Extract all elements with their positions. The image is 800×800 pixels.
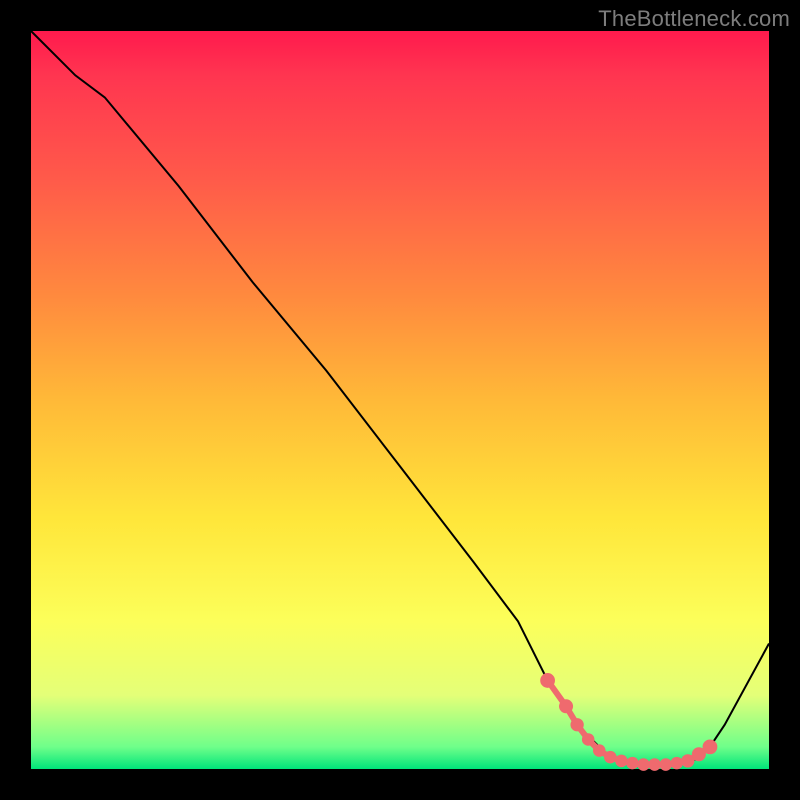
optimal-marker-dot [604,751,617,764]
optimal-marker-dot [670,757,683,770]
optimal-marker-dot [648,758,661,771]
optimal-marker-dot [540,673,555,688]
chart-stage: TheBottleneck.com [0,0,800,800]
optimal-marker-dot [593,744,606,757]
chart-overlay [31,31,769,769]
bottleneck-curve [31,31,769,765]
chart-plot-area [31,31,769,769]
optimal-marker-dot [582,733,595,746]
optimal-marker-dot [637,758,650,771]
optimal-marker-dot [659,758,672,771]
optimal-marker-dot [703,739,718,754]
attribution-text: TheBottleneck.com [598,6,790,32]
optimal-markers [540,673,717,771]
optimal-marker-dot [570,718,583,731]
optimal-marker-dot [615,755,628,768]
optimal-marker-dot [559,699,573,713]
bottleneck-curve-path [31,31,769,765]
optimal-marker-dot [626,757,639,770]
